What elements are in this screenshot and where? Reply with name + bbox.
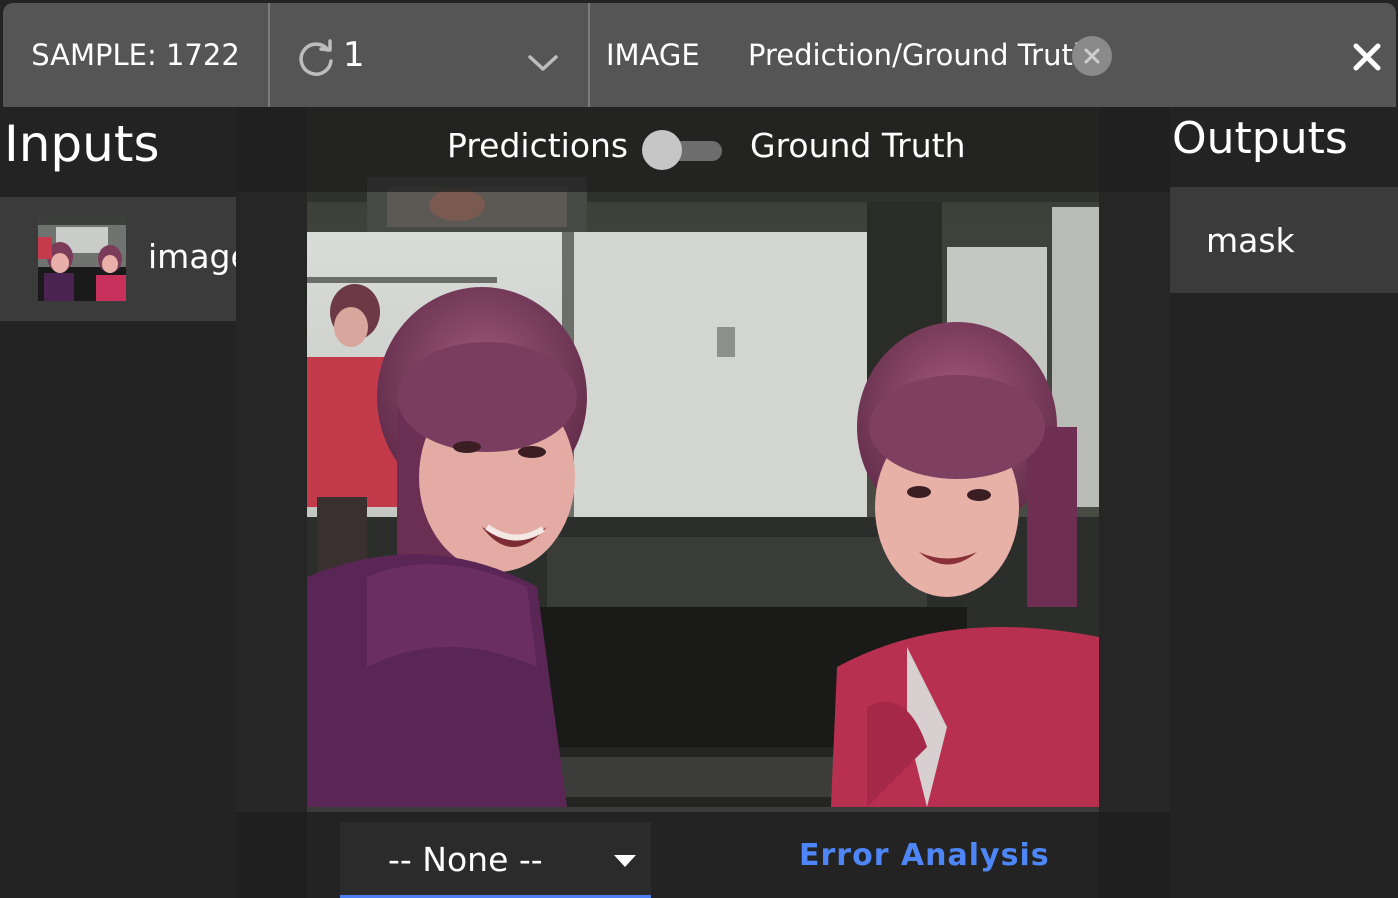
image-thumbnail (38, 217, 126, 301)
chevron-down-icon[interactable] (526, 47, 560, 81)
outputs-heading: Outputs (1170, 107, 1398, 187)
divider (268, 3, 270, 107)
divider (588, 3, 590, 107)
ground-truth-label: Ground Truth (750, 126, 966, 165)
top-bar: SAMPLE: 1722 1 IMAGE Prediction/Ground T… (3, 3, 1396, 107)
bottom-toolbar: -- None -- Error Analysis (236, 812, 1170, 898)
image-viewer: Predictions Ground Truth -- None -- Erro… (236, 107, 1170, 898)
close-icon[interactable] (1351, 41, 1383, 77)
field-label: IMAGE (606, 38, 700, 72)
output-item-label: mask (1206, 221, 1295, 260)
predictions-ground-truth-toggle[interactable] (642, 130, 724, 170)
toggle-knob (642, 130, 682, 170)
caret-down-icon (614, 854, 636, 873)
sample-id: SAMPLE: 1722 (31, 38, 240, 72)
mode-label: Prediction/Ground Truth (748, 38, 1092, 72)
output-item-mask[interactable]: mask (1170, 187, 1398, 293)
inputs-heading: Inputs (0, 107, 236, 197)
predictions-label: Predictions (447, 126, 629, 165)
inputs-title: Inputs (4, 115, 160, 173)
input-item-image[interactable]: image (0, 197, 236, 321)
outputs-title: Outputs (1172, 113, 1348, 164)
refresh-icon[interactable] (295, 37, 337, 84)
clear-icon[interactable] (1072, 36, 1112, 76)
view-toggle-bar: Predictions Ground Truth (236, 107, 1170, 192)
batch-value: 1 (343, 35, 365, 75)
batch-selector[interactable]: 1 (271, 3, 588, 107)
sample-viewer-window: SAMPLE: 1722 1 IMAGE Prediction/Ground T… (0, 0, 1398, 898)
filter-select-value: -- None -- (388, 840, 543, 879)
error-analysis-link[interactable]: Error Analysis (799, 838, 1050, 873)
filter-select[interactable]: -- None -- (340, 822, 651, 898)
sample-image (307, 107, 1099, 898)
input-item-label: image (148, 237, 236, 276)
